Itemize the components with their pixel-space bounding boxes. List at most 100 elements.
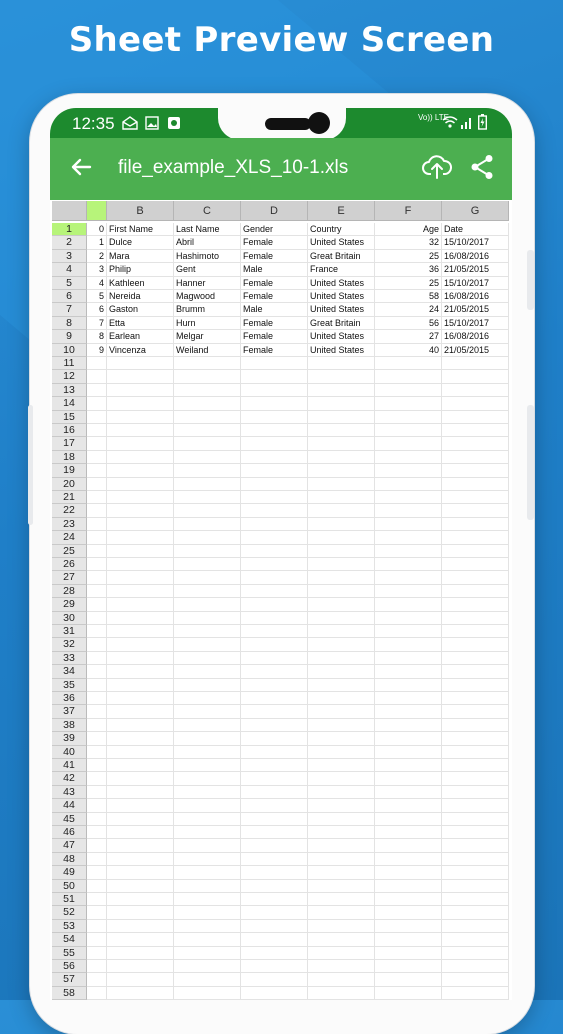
table-cell[interactable]: Etta xyxy=(107,316,174,331)
table-cell[interactable] xyxy=(174,812,241,826)
row-number[interactable]: 25 xyxy=(52,544,87,558)
table-cell[interactable] xyxy=(107,745,174,759)
table-cell[interactable] xyxy=(442,571,509,585)
table-cell[interactable]: Hashimoto xyxy=(174,249,241,264)
table-cell[interactable] xyxy=(87,678,107,692)
table-cell[interactable] xyxy=(87,397,107,411)
table-cell[interactable] xyxy=(442,625,509,639)
table-cell[interactable] xyxy=(375,946,442,960)
row-number[interactable]: 45 xyxy=(52,812,87,826)
row-number[interactable]: 29 xyxy=(52,598,87,612)
row-number[interactable]: 38 xyxy=(52,718,87,733)
table-cell[interactable]: Vincenza xyxy=(107,343,174,357)
table-cell[interactable] xyxy=(87,544,107,558)
table-cell[interactable]: 8 xyxy=(87,330,107,344)
row-number[interactable]: 14 xyxy=(52,397,87,411)
row-number[interactable]: 30 xyxy=(52,611,87,625)
table-cell[interactable] xyxy=(442,504,509,518)
table-cell[interactable]: 4 xyxy=(87,276,107,290)
table-cell[interactable] xyxy=(375,919,442,934)
row-number[interactable]: 53 xyxy=(52,919,87,934)
table-cell[interactable] xyxy=(241,584,308,599)
row-number[interactable]: 18 xyxy=(52,450,87,465)
table-cell[interactable] xyxy=(107,584,174,599)
row-number[interactable]: 36 xyxy=(52,692,87,706)
table-cell[interactable] xyxy=(375,491,442,505)
table-cell[interactable] xyxy=(87,906,107,920)
table-cell[interactable] xyxy=(308,598,375,612)
row-number[interactable]: 35 xyxy=(52,678,87,692)
table-cell[interactable] xyxy=(174,397,241,411)
table-cell[interactable] xyxy=(442,611,509,625)
table-cell[interactable] xyxy=(107,611,174,625)
table-cell[interactable] xyxy=(87,450,107,465)
table-cell[interactable] xyxy=(241,517,308,532)
table-cell[interactable] xyxy=(375,611,442,625)
table-cell[interactable] xyxy=(375,759,442,773)
table-cell[interactable] xyxy=(241,826,308,840)
table-cell[interactable] xyxy=(442,759,509,773)
table-cell[interactable] xyxy=(442,437,509,451)
table-cell[interactable] xyxy=(308,692,375,706)
table-cell[interactable]: United States xyxy=(308,303,375,317)
row-number[interactable]: 47 xyxy=(52,839,87,853)
row-number[interactable]: 17 xyxy=(52,437,87,451)
table-cell[interactable] xyxy=(241,598,308,612)
table-cell[interactable] xyxy=(174,464,241,478)
row-number[interactable]: 37 xyxy=(52,705,87,719)
table-cell[interactable] xyxy=(174,839,241,853)
table-cell[interactable] xyxy=(107,571,174,585)
table-cell[interactable] xyxy=(442,357,509,371)
table-cell[interactable]: 15/10/2017 xyxy=(442,316,509,331)
table-cell[interactable] xyxy=(174,678,241,692)
table-cell[interactable] xyxy=(174,946,241,960)
table-cell[interactable]: United States xyxy=(308,290,375,304)
table-cell[interactable] xyxy=(442,584,509,599)
column-header-e[interactable]: E xyxy=(308,201,375,221)
table-cell[interactable] xyxy=(87,638,107,652)
row-number[interactable]: 26 xyxy=(52,558,87,572)
table-cell[interactable] xyxy=(107,678,174,692)
table-cell[interactable] xyxy=(174,866,241,880)
row-number[interactable]: 48 xyxy=(52,852,87,867)
table-cell[interactable] xyxy=(442,558,509,572)
table-cell[interactable] xyxy=(375,812,442,826)
column-header-g[interactable]: G xyxy=(442,201,509,221)
table-cell[interactable] xyxy=(107,625,174,639)
table-cell[interactable] xyxy=(241,424,308,438)
table-cell[interactable] xyxy=(308,933,375,947)
back-arrow-icon[interactable] xyxy=(70,156,92,183)
table-cell[interactable] xyxy=(87,812,107,826)
table-cell[interactable] xyxy=(442,812,509,826)
table-cell[interactable] xyxy=(87,357,107,371)
table-cell[interactable] xyxy=(375,879,442,893)
table-cell[interactable]: Weiland xyxy=(174,343,241,357)
table-cell[interactable] xyxy=(87,772,107,786)
table-cell[interactable] xyxy=(308,879,375,893)
table-cell[interactable] xyxy=(174,571,241,585)
table-cell[interactable] xyxy=(107,973,174,987)
row-number[interactable]: 54 xyxy=(52,933,87,947)
table-cell[interactable] xyxy=(442,799,509,813)
table-cell[interactable] xyxy=(174,879,241,893)
table-cell[interactable] xyxy=(375,544,442,558)
table-cell[interactable] xyxy=(107,598,174,612)
table-cell[interactable] xyxy=(308,799,375,813)
table-cell[interactable] xyxy=(375,826,442,840)
table-cell[interactable] xyxy=(375,745,442,759)
table-cell[interactable] xyxy=(87,584,107,599)
table-cell[interactable] xyxy=(308,893,375,907)
table-cell[interactable]: Female xyxy=(241,330,308,344)
table-cell[interactable] xyxy=(107,718,174,733)
table-cell[interactable]: Female xyxy=(241,290,308,304)
table-cell[interactable] xyxy=(442,906,509,920)
table-cell[interactable] xyxy=(308,665,375,679)
table-cell[interactable] xyxy=(87,651,107,666)
row-number[interactable]: 31 xyxy=(52,625,87,639)
row-number[interactable]: 6 xyxy=(52,290,87,304)
table-cell[interactable] xyxy=(308,517,375,532)
table-cell[interactable] xyxy=(174,450,241,465)
table-cell[interactable] xyxy=(241,410,308,424)
table-cell[interactable] xyxy=(442,839,509,853)
table-cell[interactable] xyxy=(174,799,241,813)
